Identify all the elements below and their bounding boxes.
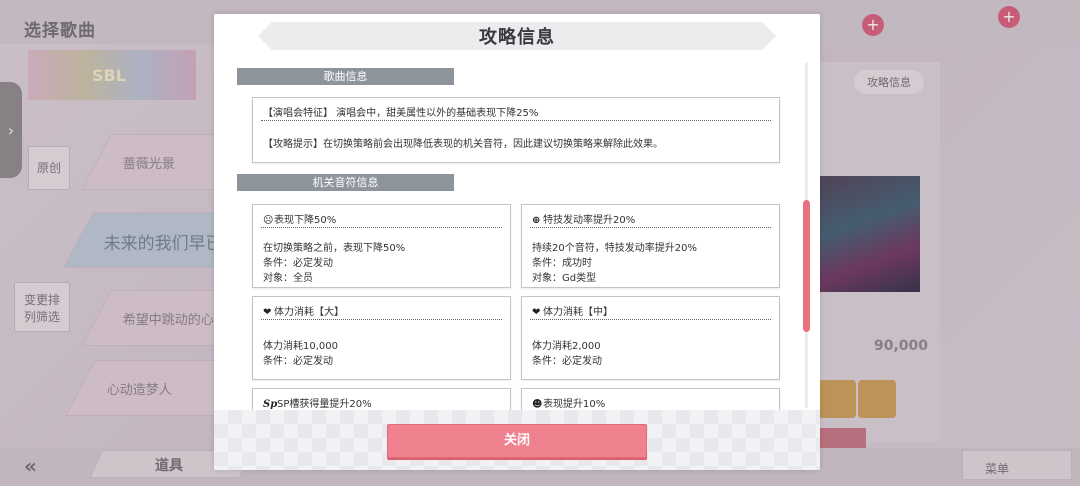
sp-gauge-icon: Sp — [263, 399, 278, 410]
note-card-line: 在切换策略之前，表现下降50% — [263, 243, 406, 254]
divider — [530, 227, 771, 228]
note-card-line: 条件：必定发动 — [263, 356, 333, 367]
note-card-title-text: 表现提升10% — [543, 399, 606, 410]
concert-feature-text: 【演唱会特征】 演唱会中，甜美属性以外的基础表现下降25% — [263, 108, 539, 119]
song-info-header: 歌曲信息 — [237, 68, 454, 85]
divider — [261, 120, 771, 121]
note-card-line: 对象：Gd类型 — [532, 273, 597, 284]
note-card-line: 体力消耗2,000 — [532, 341, 601, 352]
scrollbar-thumb[interactable] — [803, 200, 810, 332]
notes-info-header: 机关音符信息 — [237, 174, 454, 191]
dialog-scroll-area[interactable]: 歌曲信息 【演唱会特征】 演唱会中，甜美属性以外的基础表现下降25% 【攻略提示… — [236, 68, 804, 412]
performance-down-icon: ☹ — [263, 215, 274, 226]
note-card-title-text: 表现下降50% — [274, 215, 337, 226]
divider — [530, 319, 771, 320]
note-card-line: 条件：必定发动 — [263, 258, 333, 269]
close-button[interactable]: 关闭 — [387, 424, 647, 458]
note-card-title: ☻表现提升10% — [532, 395, 605, 410]
strategy-hint-text: 【攻略提示】在切换策略前会出现降低表现的机关音符，因此建议切换策略来解除此效果。 — [263, 139, 663, 150]
note-card-line: 持续20个音符，特技发动率提升20% — [532, 243, 697, 254]
stamina-drain-icon: ❤ — [263, 307, 272, 318]
dialog-title: 攻略信息 — [479, 27, 555, 48]
note-card: SpSP槽获得量提升20% — [252, 388, 511, 412]
note-card-title-text: SP槽获得量提升20% — [277, 399, 372, 410]
note-card: ☹表现下降50% 在切换策略之前，表现下降50% 条件：必定发动 对象：全员 — [252, 204, 511, 288]
note-card-line: 条件：必定发动 — [532, 356, 602, 367]
note-card-title: ❤ 体力消耗【中】 — [532, 303, 613, 318]
note-card: ⊕ 特技发动率提升20% 持续20个音符，特技发动率提升20% 条件：成功时 对象… — [521, 204, 780, 288]
note-card-title-text: 体力消耗【大】 — [274, 307, 344, 318]
divider — [261, 227, 502, 228]
note-card-title-text: 特技发动率提升20% — [543, 215, 636, 226]
stamina-drain-icon: ❤ — [532, 307, 541, 318]
note-card: ❤ 体力消耗【中】 体力消耗2,000 条件：必定发动 — [521, 296, 780, 380]
strategy-info-dialog: 攻略信息 歌曲信息 【演唱会特征】 演唱会中，甜美属性以外的基础表现下降25% … — [214, 14, 820, 470]
note-card-title: ❤ 体力消耗【大】 — [263, 303, 344, 318]
skill-rate-up-icon: ⊕ — [532, 215, 541, 226]
song-info-box: 【演唱会特征】 演唱会中，甜美属性以外的基础表现下降25% 【攻略提示】在切换策… — [252, 97, 780, 163]
note-card-line: 对象：全员 — [263, 273, 313, 284]
note-card-title: ⊕ 特技发动率提升20% — [532, 211, 635, 226]
performance-up-icon: ☻ — [532, 399, 543, 410]
note-card-title-text: 体力消耗【中】 — [543, 307, 613, 318]
note-card-title: SpSP槽获得量提升20% — [263, 395, 372, 410]
note-card-line: 条件：成功时 — [532, 258, 592, 269]
note-card-line: 体力消耗10,000 — [263, 341, 338, 352]
divider — [261, 319, 502, 320]
note-card: ☻表现提升10% — [521, 388, 780, 412]
note-card: ❤ 体力消耗【大】 体力消耗10,000 条件：必定发动 — [252, 296, 511, 380]
note-card-title: ☹表现下降50% — [263, 211, 336, 226]
